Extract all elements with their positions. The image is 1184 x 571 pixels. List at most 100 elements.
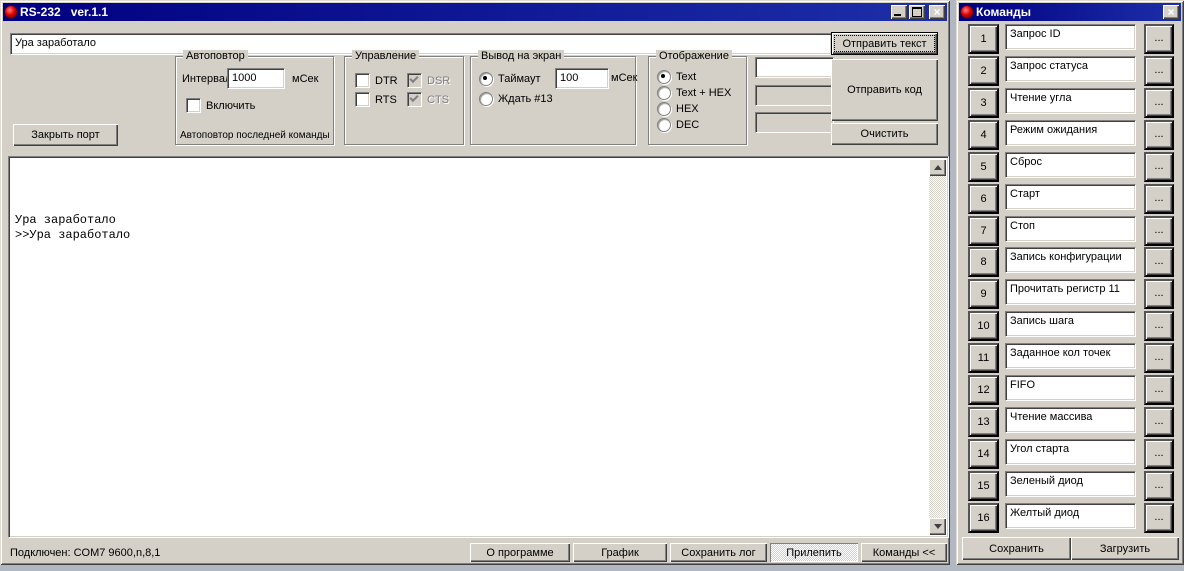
command-more-button[interactable]: ... [1144,216,1174,246]
command-more-button[interactable]: ... [1144,184,1174,214]
timeout-radio[interactable]: Таймаут [479,72,541,86]
command-more-button[interactable]: ... [1144,311,1174,341]
command-name-input[interactable]: Угол старта [1005,439,1136,465]
command-send-button[interactable]: 2 [968,56,999,86]
command-more-button[interactable]: ... [1144,375,1174,405]
commands-toggle-button[interactable]: Команды << [861,543,947,562]
command-row: 10 Запись шага ... [956,311,1184,341]
close-icon: × [1167,7,1174,17]
terminal-log[interactable]: Ура заработало>>Ура заработало [8,156,949,538]
command-send-button[interactable]: 14 [968,439,999,469]
checkbox-icon [355,73,370,88]
about-button[interactable]: О программе [470,543,570,562]
close-icon: × [933,7,940,17]
autorepeat-enable-checkbox[interactable]: Включить [186,98,255,113]
command-name-input[interactable]: Зеленый диод [1005,471,1136,497]
command-name-input[interactable]: Сброс [1005,152,1136,178]
radio-selected-icon [479,72,493,86]
command-name-input[interactable]: Режим ожидания [1005,120,1136,146]
display-radio-hex[interactable]: HEX [657,102,699,116]
send-code-button[interactable]: Отправить код [831,59,938,121]
command-more-button[interactable]: ... [1144,279,1174,309]
scroll-down-button[interactable] [929,518,946,535]
clear-button[interactable]: Очистить [831,123,938,145]
terminal-line: >>Ура заработало [15,228,924,243]
stick-toggle-button[interactable]: Прилепить [770,543,858,562]
dtr-checkbox[interactable]: DTR [355,73,398,88]
load-commands-button[interactable]: Загрузить [1071,537,1179,560]
wait13-radio[interactable]: Ждать #13 [479,92,553,106]
close-button[interactable]: × [1163,5,1179,19]
command-send-button[interactable]: 13 [968,407,999,437]
command-more-button[interactable]: ... [1144,407,1174,437]
command-send-button[interactable]: 3 [968,88,999,118]
close-port-button[interactable]: Закрыть порт [13,124,118,146]
command-send-button[interactable]: 6 [968,184,999,214]
command-send-button[interactable]: 4 [968,120,999,150]
code-field-1[interactable] [755,57,834,78]
command-name-input[interactable]: Запись шага [1005,311,1136,337]
command-name-input[interactable]: Стоп [1005,216,1136,242]
command-more-button[interactable]: ... [1144,503,1174,533]
command-more-button[interactable]: ... [1144,152,1174,182]
commands-titlebar[interactable]: Команды × [959,3,1181,21]
command-name-input[interactable]: Запрос ID [1005,24,1136,50]
interval-input[interactable]: 1000 [227,68,285,89]
rts-label: RTS [375,94,397,106]
command-more-button[interactable]: ... [1144,120,1174,150]
command-name-input[interactable]: Чтение массива [1005,407,1136,433]
command-name-input[interactable]: Желтый диод [1005,503,1136,529]
terminal-scrollbar[interactable] [929,159,946,535]
command-name-input[interactable]: Заданное кол точек [1005,343,1136,369]
maximize-button[interactable] [909,5,925,19]
minimize-button[interactable] [891,5,907,19]
display-radio-text-hex[interactable]: Text + HEX [657,86,731,100]
command-name-input[interactable]: Запрос статуса [1005,56,1136,82]
command-name-input[interactable]: FIFO [1005,375,1136,401]
save-log-button[interactable]: Сохранить лог [670,543,767,562]
command-send-button[interactable]: 12 [968,375,999,405]
timeout-input[interactable]: 100 [555,68,609,89]
close-button[interactable]: × [929,5,945,19]
command-more-button[interactable]: ... [1144,88,1174,118]
command-send-button[interactable]: 1 [968,24,999,54]
command-send-button[interactable]: 9 [968,279,999,309]
save-commands-button[interactable]: Сохранить [962,537,1071,560]
dtr-label: DTR [375,75,398,87]
autorepeat-group-title: Автоповтор [183,50,248,62]
scroll-up-icon [934,165,942,170]
send-text-button[interactable]: Отправить текст [831,32,938,55]
command-row: 2 Запрос статуса ... [956,56,1184,86]
interval-unit-label: мСек [292,73,318,85]
command-row: 15 Зеленый диод ... [956,471,1184,501]
autorepeat-group: Автоповтор Интервал: 1000 мСек Включить … [175,56,334,145]
command-send-button[interactable]: 8 [968,247,999,277]
command-send-button[interactable]: 15 [968,471,999,501]
command-send-button[interactable]: 10 [968,311,999,341]
rts-checkbox[interactable]: RTS [355,92,397,107]
checkbox-checked-icon [407,73,422,88]
checkbox-icon [186,98,201,113]
command-name-input[interactable]: Запись конфигурации [1005,247,1136,273]
display-radio-dec[interactable]: DEC [657,118,699,132]
radio-icon [657,102,671,116]
command-more-button[interactable]: ... [1144,56,1174,86]
command-name-input[interactable]: Прочитать регистр 11 [1005,279,1136,305]
command-send-button[interactable]: 5 [968,152,999,182]
scroll-up-button[interactable] [929,159,946,176]
display-radio-text[interactable]: Text [657,70,696,84]
command-name-input[interactable]: Чтение угла [1005,88,1136,114]
command-send-button[interactable]: 11 [968,343,999,373]
command-more-button[interactable]: ... [1144,439,1174,469]
command-name-input[interactable]: Старт [1005,184,1136,210]
graph-button[interactable]: График [573,543,667,562]
command-send-button[interactable]: 7 [968,216,999,246]
main-titlebar[interactable]: RS-232 ver.1.1 × [3,3,947,21]
command-more-button[interactable]: ... [1144,343,1174,373]
command-send-button[interactable]: 16 [968,503,999,533]
command-more-button[interactable]: ... [1144,247,1174,277]
command-more-button[interactable]: ... [1144,24,1174,54]
command-more-button[interactable]: ... [1144,471,1174,501]
checkbox-checked-icon [407,92,422,107]
cts-label: CTS [427,94,449,106]
